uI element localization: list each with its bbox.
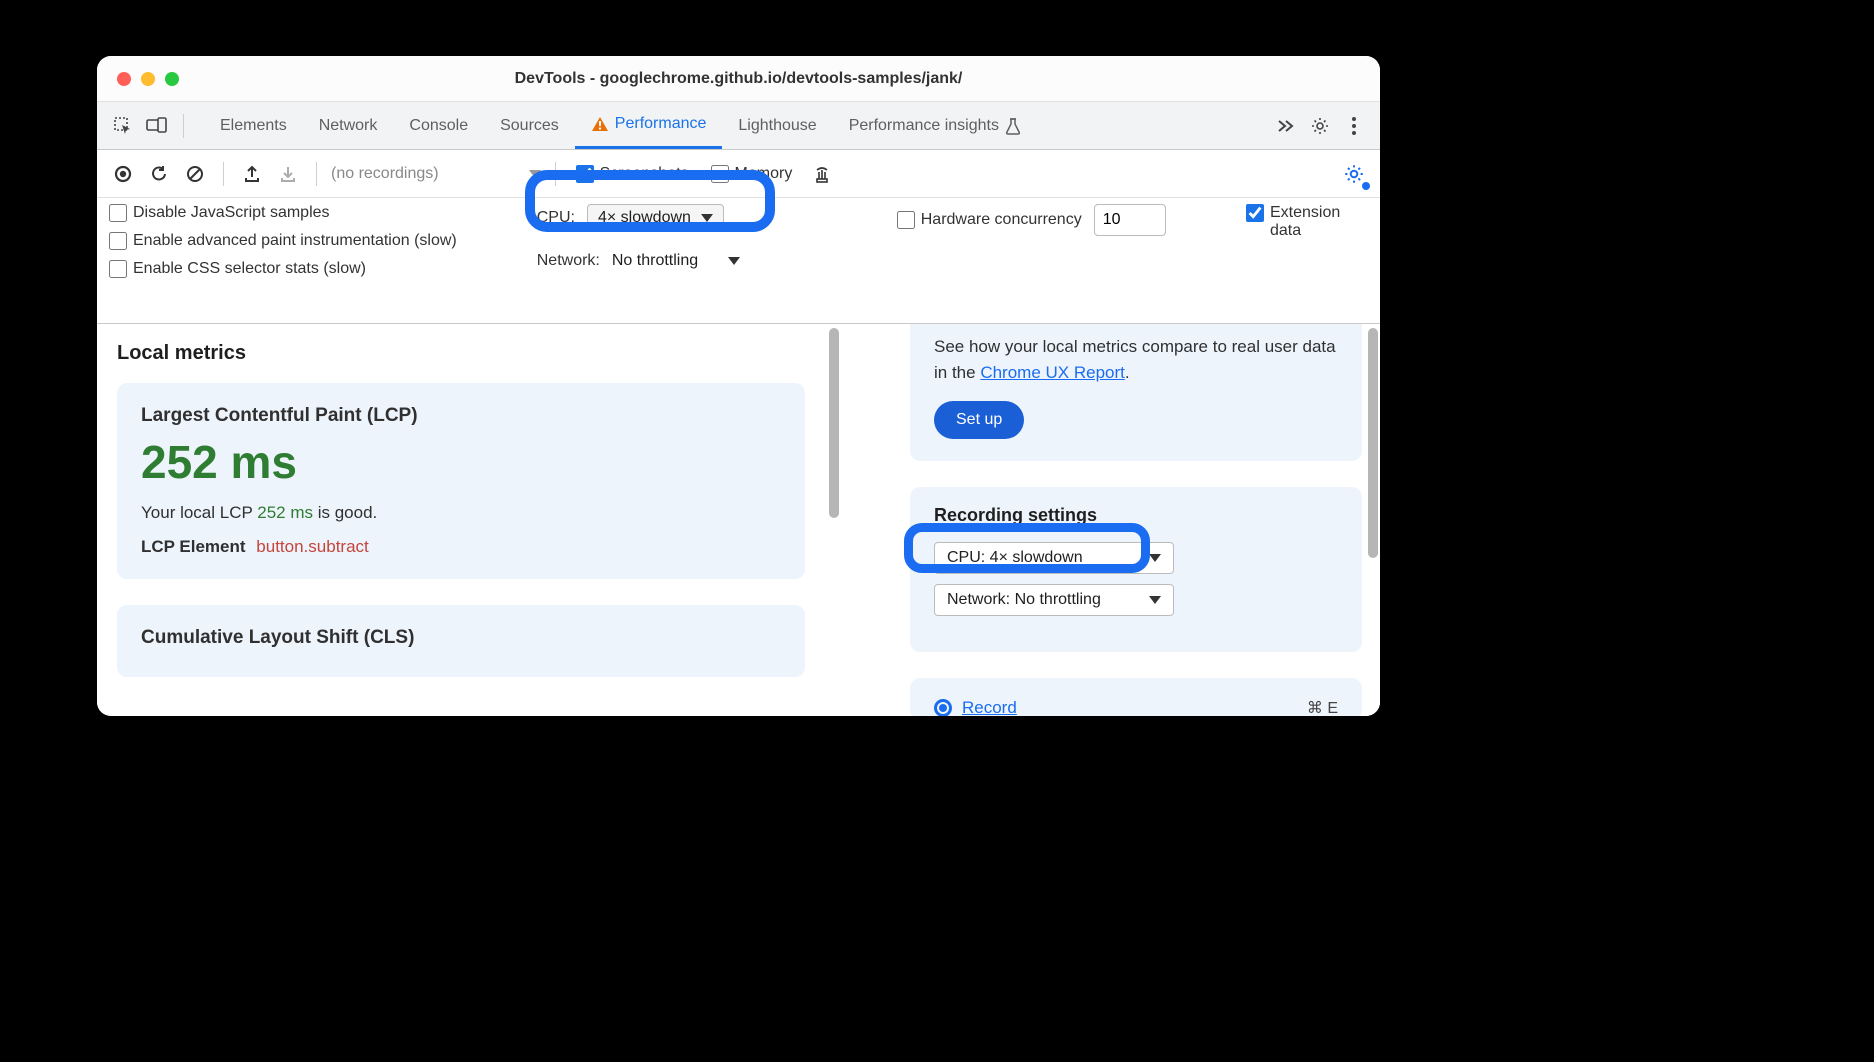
enable-advanced-paint-checkbox[interactable]: Enable advanced paint instrumentation (s… [109, 232, 457, 250]
settings-gear-icon[interactable] [1306, 112, 1334, 140]
recording-network-select[interactable]: Network: No throttling [934, 584, 1174, 616]
cls-title: Cumulative Layout Shift (CLS) [141, 627, 781, 649]
lcp-description: Your local LCP 252 ms is good. [141, 503, 781, 523]
disable-js-samples-checkbox[interactable]: Disable JavaScript samples [109, 204, 457, 222]
lcp-card: Largest Contentful Paint (LCP) 252 ms Yo… [117, 383, 805, 579]
traffic-lights [117, 72, 179, 86]
scrollbar[interactable] [1368, 328, 1378, 628]
panel-tabs: Elements Network Console Sources Perform… [97, 102, 1380, 150]
upload-icon[interactable] [238, 160, 266, 188]
record-card: Record ⌘ E [910, 678, 1362, 716]
flask-icon [1005, 117, 1021, 135]
chevron-down-icon [1149, 596, 1161, 604]
side-pane: See how your local metrics compare to re… [880, 324, 1380, 716]
device-toolbar-icon[interactable] [143, 112, 171, 140]
close-window-icon[interactable] [117, 72, 131, 86]
hardware-concurrency-input[interactable] [1094, 204, 1166, 236]
download-icon[interactable] [274, 160, 302, 188]
tab-sources[interactable]: Sources [484, 102, 575, 149]
crux-link[interactable]: Chrome UX Report [980, 363, 1125, 382]
record-icon [934, 699, 952, 716]
extension-data-checkbox[interactable]: Extension data [1246, 204, 1360, 240]
chevron-down-icon [728, 257, 740, 265]
lcp-title: Largest Contentful Paint (LCP) [141, 405, 781, 427]
warning-icon [591, 116, 609, 132]
local-metrics-title: Local metrics [117, 342, 860, 365]
kebab-menu-icon[interactable] [1340, 112, 1368, 140]
recordings-dropdown[interactable]: (no recordings) [331, 165, 541, 183]
separator [183, 114, 184, 138]
content-area: Local metrics Largest Contentful Paint (… [97, 324, 1380, 716]
reload-and-record-icon[interactable] [145, 160, 173, 188]
zoom-window-icon[interactable] [165, 72, 179, 86]
collect-garbage-icon[interactable] [808, 160, 836, 188]
capture-settings-panel: Disable JavaScript samples Enable advanc… [97, 198, 1380, 324]
screenshots-checkbox[interactable]: Screenshots [576, 165, 689, 183]
record-link[interactable]: Record [962, 698, 1017, 716]
lcp-element-row[interactable]: LCP Element button.subtract [141, 537, 781, 557]
chevron-down-icon [701, 214, 713, 222]
record-shortcut: ⌘ E [1307, 698, 1338, 716]
recording-settings-title: Recording settings [934, 505, 1338, 526]
separator [223, 162, 224, 186]
scroll-thumb[interactable] [829, 328, 839, 518]
tab-performance[interactable]: Performance [575, 102, 723, 149]
window-title: DevTools - googlechrome.github.io/devtoo… [117, 70, 1360, 88]
scrollbar[interactable] [827, 324, 841, 716]
cpu-throttling-select[interactable]: 4× slowdown [587, 204, 724, 232]
tab-elements[interactable]: Elements [204, 102, 303, 149]
devtools-window: DevTools - googlechrome.github.io/devtoo… [97, 56, 1380, 716]
separator [316, 162, 317, 186]
hardware-concurrency-checkbox[interactable]: Hardware concurrency [897, 211, 1082, 229]
tab-performance-insights[interactable]: Performance insights [833, 102, 1037, 149]
network-label: Network: [537, 252, 600, 270]
separator [555, 162, 556, 186]
recording-settings-card: Recording settings CPU: 4× slowdown Netw… [910, 487, 1362, 652]
field-data-card: See how your local metrics compare to re… [910, 324, 1362, 461]
recording-cpu-select[interactable]: CPU: 4× slowdown [934, 542, 1174, 574]
main-pane: Local metrics Largest Contentful Paint (… [97, 324, 880, 716]
overflow-tabs-icon[interactable] [1272, 112, 1300, 140]
performance-toolbar: (no recordings) Screenshots Memory [97, 150, 1380, 198]
setup-button[interactable]: Set up [934, 401, 1024, 439]
minimize-window-icon[interactable] [141, 72, 155, 86]
lcp-value: 252 ms [141, 435, 781, 489]
scroll-thumb[interactable] [1368, 328, 1378, 558]
cls-card: Cumulative Layout Shift (CLS) [117, 605, 805, 677]
chevron-down-icon [1149, 554, 1161, 562]
memory-checkbox[interactable]: Memory [711, 165, 793, 183]
titlebar: DevTools - googlechrome.github.io/devtoo… [97, 56, 1380, 102]
capture-settings-gear-icon[interactable] [1340, 160, 1368, 188]
network-throttling-select[interactable]: No throttling [612, 248, 740, 274]
cpu-label: CPU: [537, 209, 575, 227]
tab-console[interactable]: Console [393, 102, 484, 149]
clear-icon[interactable] [181, 160, 209, 188]
tab-lighthouse[interactable]: Lighthouse [722, 102, 832, 149]
record-icon[interactable] [109, 160, 137, 188]
tab-network[interactable]: Network [303, 102, 394, 149]
inspect-element-icon[interactable] [109, 112, 137, 140]
enable-css-selector-checkbox[interactable]: Enable CSS selector stats (slow) [109, 260, 457, 278]
